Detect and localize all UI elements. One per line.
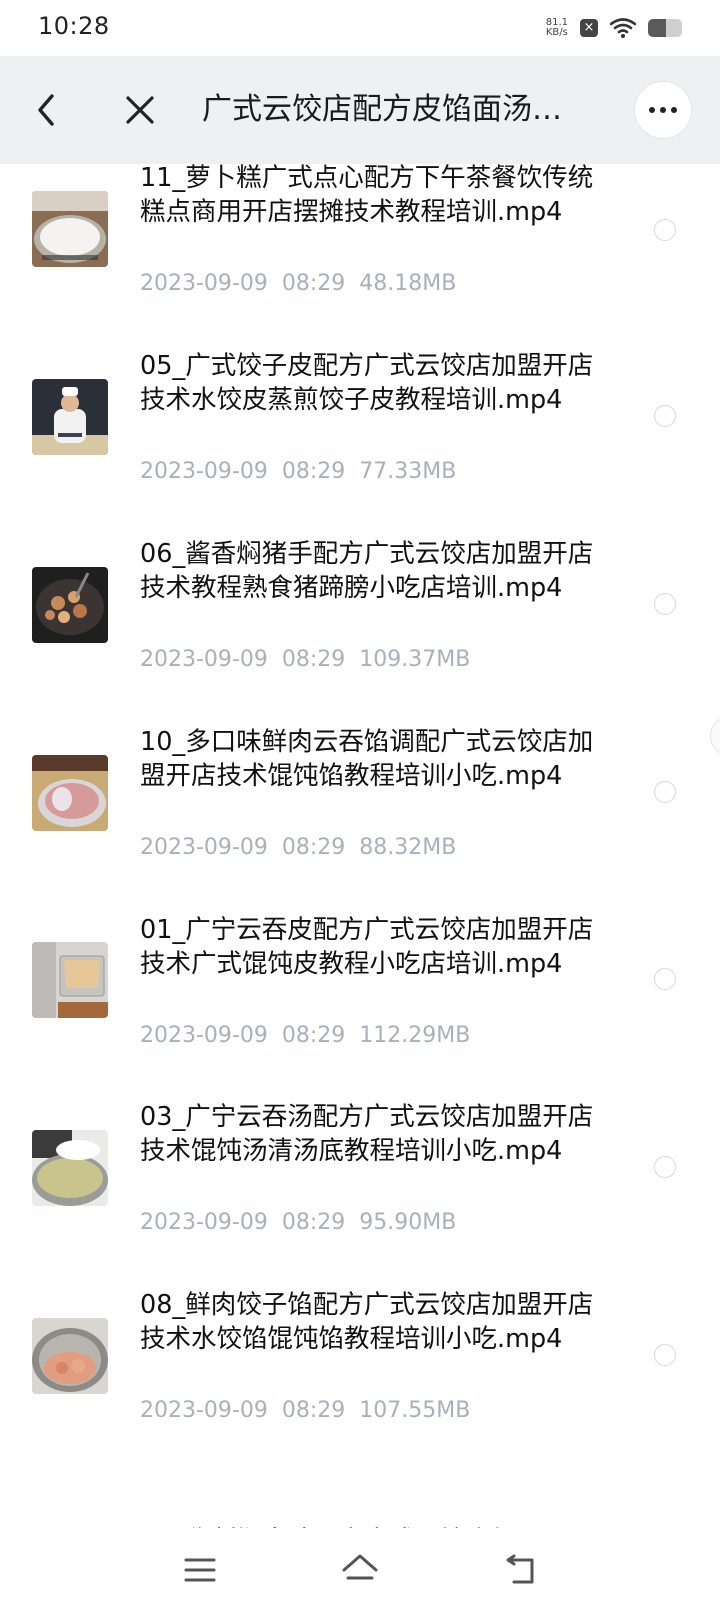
file-time: 08:29 [281, 1398, 346, 1423]
sim-off-icon: × [580, 19, 598, 37]
video-thumbnail-wok [32, 567, 108, 643]
system-nav-bar [0, 1528, 720, 1612]
video-thumbnail-chef [32, 379, 108, 455]
file-size: 48.18MB [359, 271, 457, 296]
file-name: 08_鲜肉饺子馅配方广式云饺店加盟开店技术水饺馅馄饨馅教程培训小吃.mp4 [140, 1290, 594, 1354]
back-arrow-icon[interactable] [30, 88, 64, 132]
file-name: 10_多口味鲜肉云吞馅调配广式云饺店加盟开店技术馄饨馅教程培训小吃.mp4 [140, 727, 594, 791]
select-radio[interactable] [654, 1344, 676, 1366]
file-size: 109.37MB [359, 647, 471, 672]
file-date: 2023-09-09 [140, 835, 268, 860]
file-size: 88.32MB [359, 835, 457, 860]
battery-icon [648, 19, 682, 37]
more-dot-icon [660, 107, 666, 113]
file-item[interactable]: 06_酱香焖猪手配方广式云饺店加盟开店技术教程熟食猪蹄膀小吃店培训.mp4 20… [0, 539, 720, 743]
status-time: 10:28 [38, 12, 110, 40]
video-thumbnail-soup-pot [32, 1130, 108, 1206]
file-meta: 2023-09-09 08:29 107.55MB [140, 1398, 470, 1423]
file-size: 112.29MB [359, 1023, 471, 1048]
file-date: 2023-09-09 [140, 271, 268, 296]
select-radio[interactable] [654, 968, 676, 990]
select-radio[interactable] [654, 219, 676, 241]
file-name: 01_广宁云吞皮配方广式云饺店加盟开店技术广式馄饨皮教程小吃店培训.mp4 [140, 915, 594, 979]
file-item[interactable]: 05_广式饺子皮配方广式云饺店加盟开店技术水饺皮蒸煎饺子皮教程培训.mp4 20… [0, 351, 720, 550]
file-list[interactable]: 11_萝卜糕广式点心配方下午茶餐饮传统糕点商用开店摆摊技术教程培训.mp4 20… [0, 164, 720, 1528]
more-dot-icon [671, 107, 677, 113]
status-icons: 81.1 KB/s × [546, 14, 682, 42]
more-dot-icon [649, 107, 655, 113]
status-bar: 10:28 81.1 KB/s × [0, 0, 720, 56]
file-size: 95.90MB [359, 1210, 457, 1235]
file-time: 08:29 [281, 835, 346, 860]
video-thumbnail-flour-bowl [32, 191, 108, 267]
file-meta: 2023-09-09 08:29 109.37MB [140, 647, 470, 672]
file-meta: 2023-09-09 08:29 77.33MB [140, 459, 456, 484]
back-icon[interactable] [500, 1550, 540, 1590]
file-meta: 2023-09-09 08:29 48.18MB [140, 271, 456, 296]
video-thumbnail-dough-machine [32, 942, 108, 1018]
net-speed-unit: KB/s [545, 27, 568, 38]
more-options-button[interactable] [634, 81, 692, 139]
select-radio[interactable] [654, 593, 676, 615]
file-date: 2023-09-09 [140, 459, 268, 484]
file-date: 2023-09-09 [140, 1210, 268, 1235]
file-meta: 2023-09-09 08:29 112.29MB [140, 1023, 470, 1048]
file-date: 2023-09-09 [140, 1398, 268, 1423]
video-thumbnail-meat-pot [32, 1318, 108, 1394]
net-speed: 81.1 KB/s [546, 18, 568, 38]
wifi-icon [610, 18, 636, 38]
file-meta: 2023-09-09 08:29 88.32MB [140, 835, 456, 860]
video-thumbnail-mixing-bowl [32, 755, 108, 831]
page-title: 广式云饺店配方皮馅面汤… [202, 92, 562, 127]
file-time: 08:29 [281, 459, 346, 484]
file-name: 06_酱香焖猪手配方广式云饺店加盟开店技术教程熟食猪蹄膀小吃店培训.mp4 [140, 539, 594, 603]
close-icon[interactable] [120, 90, 160, 130]
file-time: 08:29 [281, 271, 346, 296]
file-name: 05_广式饺子皮配方广式云饺店加盟开店技术水饺皮蒸煎饺子皮教程培训.mp4 [140, 351, 594, 415]
title-bar: 广式云饺店配方皮馅面汤… [0, 56, 720, 164]
file-date: 2023-09-09 [140, 647, 268, 672]
file-item[interactable]: 11_萝卜糕广式点心配方下午茶餐饮传统糕点商用开店摆摊技术教程培训.mp4 20… [0, 164, 720, 357]
file-size: 77.33MB [359, 459, 457, 484]
file-size: 107.55MB [359, 1398, 471, 1423]
file-date: 2023-09-09 [140, 1023, 268, 1048]
file-name: 03_广宁云吞汤配方广式云饺店加盟开店技术馄饨汤清汤底教程培训小吃.mp4 [140, 1102, 594, 1166]
select-radio[interactable] [654, 405, 676, 427]
select-radio[interactable] [654, 781, 676, 803]
file-meta: 2023-09-09 08:29 95.90MB [140, 1210, 456, 1235]
home-icon[interactable] [340, 1548, 380, 1588]
file-name: 11_萝卜糕广式点心配方下午茶餐饮传统糕点商用开店摆摊技术教程培训.mp4 [140, 164, 594, 227]
file-item[interactable]: 10_多口味鲜肉云吞馅调配广式云饺店加盟开店技术馄饨馅教程培训小吃.mp4 20… [0, 727, 720, 936]
file-time: 08:29 [281, 647, 346, 672]
select-radio[interactable] [654, 1156, 676, 1178]
file-time: 08:29 [281, 1210, 346, 1235]
file-item[interactable]: 08_鲜肉饺子馅配方广式云饺店加盟开店技术水饺馅馄饨馅教程培训小吃.mp4 20… [0, 1290, 720, 1515]
file-time: 08:29 [281, 1023, 346, 1048]
recent-apps-icon[interactable] [180, 1550, 220, 1590]
